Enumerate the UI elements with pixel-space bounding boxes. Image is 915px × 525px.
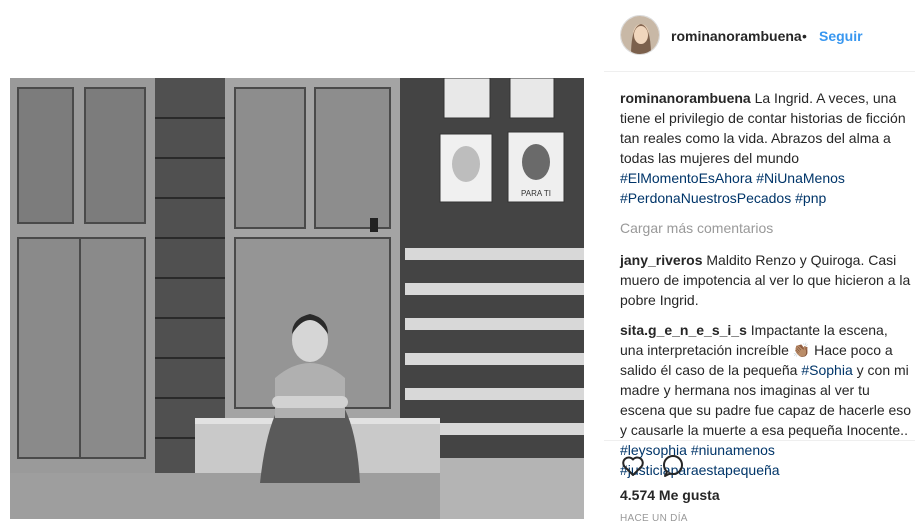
post-header: rominanorambuena • Seguir [604, 0, 915, 72]
comment-username[interactable]: jany_riveros [620, 252, 703, 268]
post-actions: 4.574 Me gusta HACE UN DÍA [604, 440, 915, 525]
avatar[interactable] [620, 15, 660, 55]
load-more-comments[interactable]: Cargar más comentarios [620, 218, 912, 238]
photo-scene: PARA TI [10, 78, 584, 519]
hashtag[interactable]: #PerdonaNuestrosPecados [620, 190, 791, 206]
comment: jany_riveros Maldito Renzo y Quiroga. Ca… [620, 250, 912, 310]
avatar-image [621, 16, 659, 54]
clap-emoji: 👏🏽 [792, 342, 811, 358]
caption: rominanorambuena La Ingrid. A veces, una… [620, 88, 912, 208]
hashtag[interactable]: #ElMomentoEsAhora [620, 170, 752, 186]
post-photo[interactable]: PARA TI [10, 78, 584, 519]
post-side-panel: rominanorambuena • Seguir rominanorambue… [604, 0, 915, 525]
comments-list: rominanorambuena La Ingrid. A veces, una… [620, 88, 912, 490]
header-username[interactable]: rominanorambuena [671, 28, 802, 44]
caption-username[interactable]: rominanorambuena [620, 90, 751, 106]
comment-username[interactable]: sita.g_e_n_e_s_i_s [620, 322, 747, 338]
hashtag[interactable]: #pnp [795, 190, 826, 206]
header-separator: • [802, 28, 807, 44]
poster-text: PARA TI [521, 189, 551, 198]
post-timestamp: HACE UN DÍA [620, 513, 688, 524]
heart-icon[interactable] [620, 453, 646, 479]
comment-bubble-icon[interactable] [660, 453, 686, 479]
likes-count[interactable]: 4.574 Me gusta [620, 487, 720, 503]
follow-button[interactable]: Seguir [819, 28, 863, 44]
hashtag[interactable]: #Sophia [801, 362, 852, 378]
hashtag[interactable]: #NiUnaMenos [756, 170, 845, 186]
